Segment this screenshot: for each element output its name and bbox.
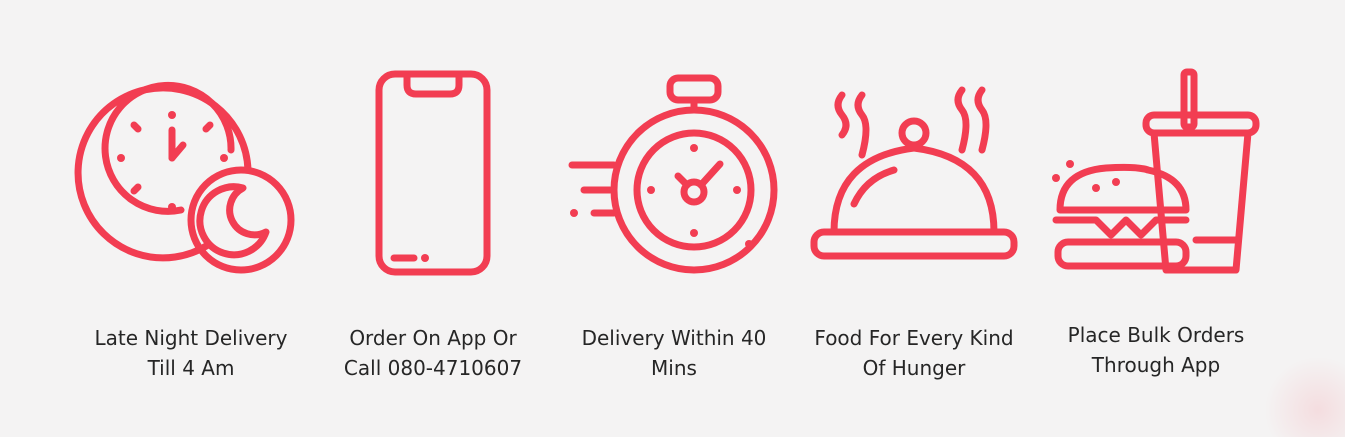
burger-drink-icon [1052, 68, 1260, 274]
stopwatch-icon [568, 74, 778, 274]
feature-late-night-delivery: Late Night Delivery Till 4 Am [71, 0, 311, 437]
feature-label-line2: Till 4 Am [147, 356, 235, 380]
feature-label-line1: Place Bulk Orders [1067, 323, 1245, 347]
feature-food-variety: Food For Every Kind Of Hunger [794, 0, 1034, 437]
feature-label: Place Bulk Orders Through App [1036, 320, 1276, 380]
corner-decoration [1255, 347, 1345, 437]
food-cloche-icon [810, 86, 1018, 260]
feature-label-line2: Of Hunger [862, 356, 966, 380]
smartphone-icon [375, 70, 491, 276]
feature-label: Order On App Or Call 080-4710607 [313, 323, 553, 383]
feature-label-line1: Delivery Within 40 [581, 326, 767, 350]
feature-delivery-time: Delivery Within 40 Mins [554, 0, 794, 437]
feature-bulk-orders: Place Bulk Orders Through App [1036, 0, 1276, 437]
feature-label-line2: Call 080-4710607 [343, 356, 523, 380]
clock-moon-icon [74, 81, 295, 274]
feature-label-line1: Order On App Or [349, 326, 517, 350]
feature-label: Food For Every Kind Of Hunger [794, 323, 1034, 383]
feature-label-line2: Mins [651, 356, 697, 380]
feature-label: Late Night Delivery Till 4 Am [71, 323, 311, 383]
feature-label-line1: Food For Every Kind [814, 326, 1014, 350]
feature-label: Delivery Within 40 Mins [554, 323, 794, 383]
feature-order-on-app: Order On App Or Call 080-4710607 [313, 0, 553, 437]
feature-label-line1: Late Night Delivery [94, 326, 288, 350]
feature-label-line2: Through App [1091, 353, 1221, 377]
